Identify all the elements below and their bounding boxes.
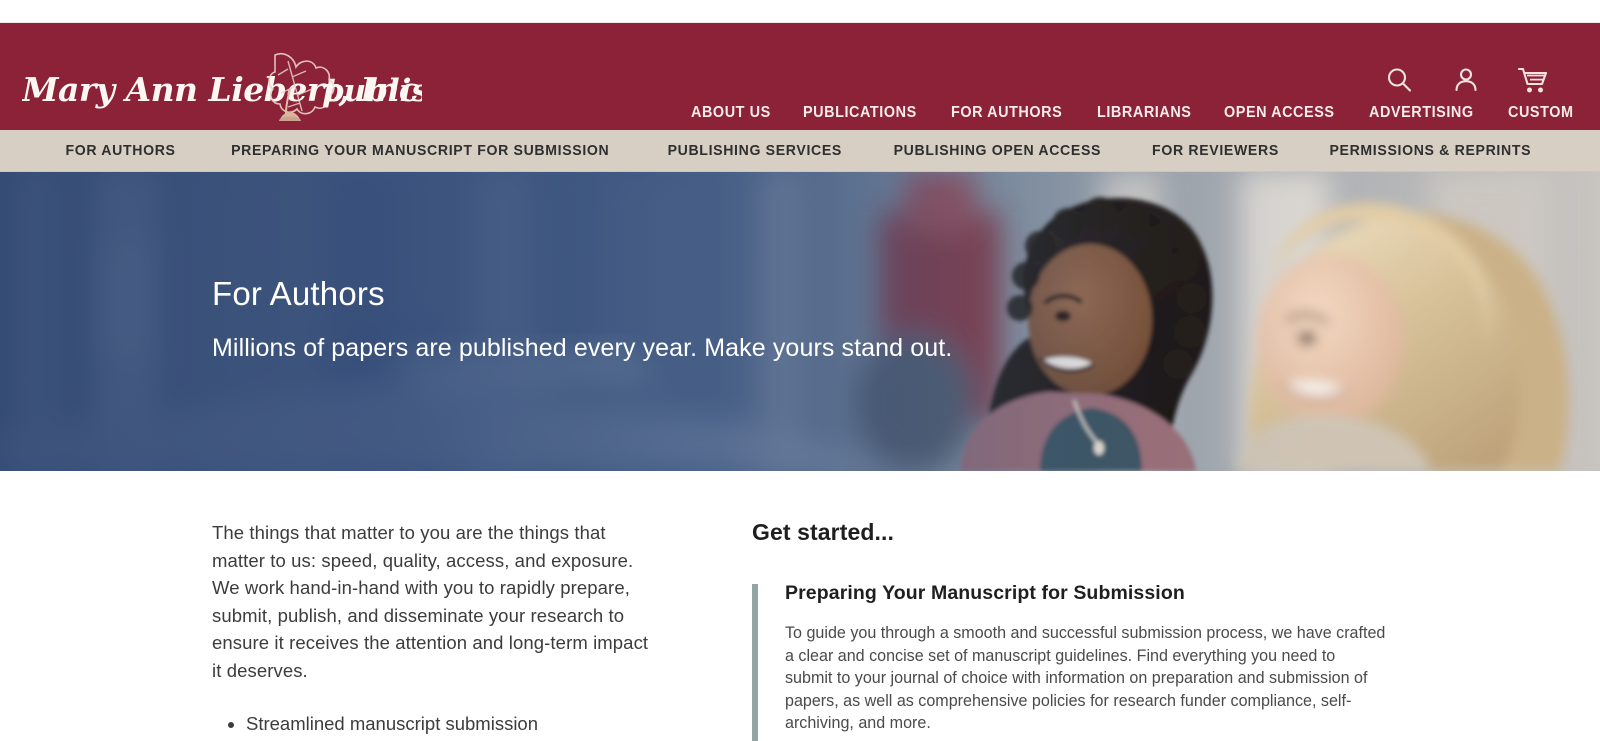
card-title: Preparing Your Manuscript for Submission — [785, 582, 1185, 604]
header-icon-group — [1384, 65, 1548, 95]
hero-text-block: For Authors Millions of papers are publi… — [212, 275, 953, 363]
nav-item-about-us[interactable]: ABOUT US — [691, 104, 771, 122]
account-icon[interactable] — [1452, 66, 1480, 94]
primary-navigation: ABOUT US PUBLICATIONS FOR AUTHORS LIBRAR… — [691, 104, 1578, 122]
section-navigation: FOR AUTHORS PREPARING YOUR MANUSCRIPT FO… — [0, 130, 1600, 172]
nav-item-advertising[interactable]: ADVERTISING — [1369, 104, 1474, 122]
intro-paragraph: The things that matter to you are the th… — [212, 522, 649, 681]
logo-wordmark-publishers: publishers — [322, 73, 422, 109]
cart-icon[interactable] — [1518, 66, 1548, 94]
nav-item-open-access[interactable]: OPEN ACCESS — [1224, 104, 1335, 122]
main-content: The things that matter to you are the th… — [0, 471, 1600, 741]
nav-item-custom[interactable]: CUSTOM — [1508, 104, 1574, 122]
logo-svg: Mary Ann Liebert, Inc. publishers — [21, 52, 505, 138]
get-started-column: Get started... Preparing Your Manuscript… — [752, 519, 1402, 741]
subnav-item-permissions-reprints[interactable]: PERMISSIONS & REPRINTS — [1330, 142, 1532, 159]
get-started-heading: Get started... — [752, 519, 894, 545]
intro-column: The things that matter to you are the th… — [212, 519, 652, 741]
benefits-list: Streamlined manuscript submission — [212, 710, 652, 738]
card-body: To guide you through a smooth and succes… — [785, 623, 1386, 733]
page-root: Mary Ann Liebert, Inc. publishers — [0, 0, 1600, 741]
hero-subtitle: Millions of papers are published every y… — [212, 334, 953, 363]
top-white-strip — [0, 0, 1600, 22]
card-preparing-manuscript: Preparing Your Manuscript for Submission… — [752, 582, 1402, 741]
subnav-item-publishing-services[interactable]: PUBLISHING SERVICES — [667, 142, 841, 159]
card-accent-bar — [752, 584, 758, 741]
list-item: Streamlined manuscript submission — [246, 710, 652, 738]
site-logo[interactable]: Mary Ann Liebert, Inc. publishers — [21, 49, 505, 138]
search-icon[interactable] — [1384, 65, 1414, 95]
site-header: Mary Ann Liebert, Inc. publishers — [0, 22, 1600, 138]
subnav-item-for-reviewers[interactable]: FOR REVIEWERS — [1152, 142, 1279, 159]
nav-item-for-authors[interactable]: FOR AUTHORS — [951, 104, 1062, 122]
nav-item-publications[interactable]: PUBLICATIONS — [803, 104, 917, 122]
subnav-item-preparing-manuscript[interactable]: PREPARING YOUR MANUSCRIPT FOR SUBMISSION — [231, 142, 609, 159]
hero-banner: For Authors Millions of papers are publi… — [0, 172, 1600, 471]
nav-item-librarians[interactable]: LIBRARIANS — [1097, 104, 1191, 122]
subnav-item-publishing-open-access[interactable]: PUBLISHING OPEN ACCESS — [894, 142, 1101, 159]
subnav-item-for-authors[interactable]: FOR AUTHORS — [66, 142, 176, 159]
hero-title: For Authors — [212, 275, 385, 312]
